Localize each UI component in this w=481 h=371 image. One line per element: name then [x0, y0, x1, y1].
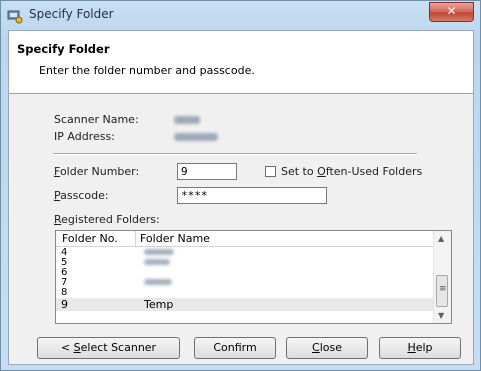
- list-header: Folder No. Folder Name: [56, 231, 435, 247]
- help-button[interactable]: Help: [379, 337, 461, 359]
- scroll-down-icon[interactable]: ▼: [438, 311, 444, 320]
- dialog-header: Specify Folder Enter the folder number a…: [9, 31, 473, 94]
- vertical-scrollbar[interactable]: ▲ ≡ ▼: [433, 231, 451, 323]
- folder-name-redacted: [144, 259, 170, 265]
- list-item-selected[interactable]: 9 Temp: [56, 298, 435, 311]
- header-subtitle: Enter the folder number and passcode.: [39, 64, 255, 77]
- passcode-input[interactable]: ****: [177, 187, 327, 204]
- column-divider[interactable]: [135, 231, 136, 246]
- folder-no: 8: [61, 287, 68, 298]
- list-item[interactable]: 7: [56, 278, 435, 288]
- scanner-name-label: Scanner Name:: [54, 113, 139, 126]
- folder-number-label: Folder Number:: [54, 165, 140, 178]
- dialog-client-area: Specify Folder Enter the folder number a…: [8, 30, 474, 365]
- often-used-checkbox[interactable]: [265, 166, 276, 177]
- select-scanner-button[interactable]: < Select Scanner: [37, 337, 180, 359]
- registered-folders-label: Registered Folders:: [54, 213, 160, 226]
- column-header-folder-name[interactable]: Folder Name: [140, 232, 210, 245]
- registered-folders-list[interactable]: Folder No. Folder Name 4 5 6 7 8 9 Temp …: [55, 230, 452, 324]
- scanner-icon: [7, 10, 23, 24]
- list-item[interactable]: 8: [56, 288, 435, 298]
- list-item[interactable]: 5: [56, 258, 435, 268]
- separator: [53, 153, 417, 155]
- ip-address-label: IP Address:: [54, 130, 115, 143]
- window-title: Specify Folder: [29, 7, 114, 21]
- dialog-window: Specify Folder ✕ Specify Folder Enter th…: [0, 0, 481, 371]
- often-used-label[interactable]: Set to Often-Used Folders: [281, 165, 422, 178]
- title-bar[interactable]: Specify Folder ✕: [1, 1, 480, 29]
- scroll-up-icon[interactable]: ▲: [438, 234, 444, 243]
- folder-name: Temp: [144, 298, 174, 311]
- passcode-label: Passcode:: [54, 189, 109, 202]
- confirm-button[interactable]: Confirm: [194, 337, 276, 359]
- close-button[interactable]: Close: [286, 337, 368, 359]
- list-item[interactable]: 6: [56, 268, 435, 278]
- list-item[interactable]: 4: [56, 248, 435, 258]
- header-title: Specify Folder: [17, 42, 110, 56]
- scanner-name-value-redacted: [174, 116, 200, 124]
- scroll-thumb[interactable]: ≡: [436, 275, 448, 307]
- close-window-button[interactable]: ✕: [429, 2, 474, 22]
- close-icon: ✕: [446, 4, 457, 18]
- column-header-folder-no[interactable]: Folder No.: [62, 232, 118, 245]
- folder-number-input[interactable]: 9: [177, 163, 237, 180]
- folder-no: 9: [61, 298, 68, 311]
- grip-icon: ≡: [439, 284, 447, 294]
- folder-name-redacted: [144, 249, 174, 255]
- folder-name-redacted: [144, 279, 172, 285]
- ip-address-value-redacted: [174, 133, 218, 141]
